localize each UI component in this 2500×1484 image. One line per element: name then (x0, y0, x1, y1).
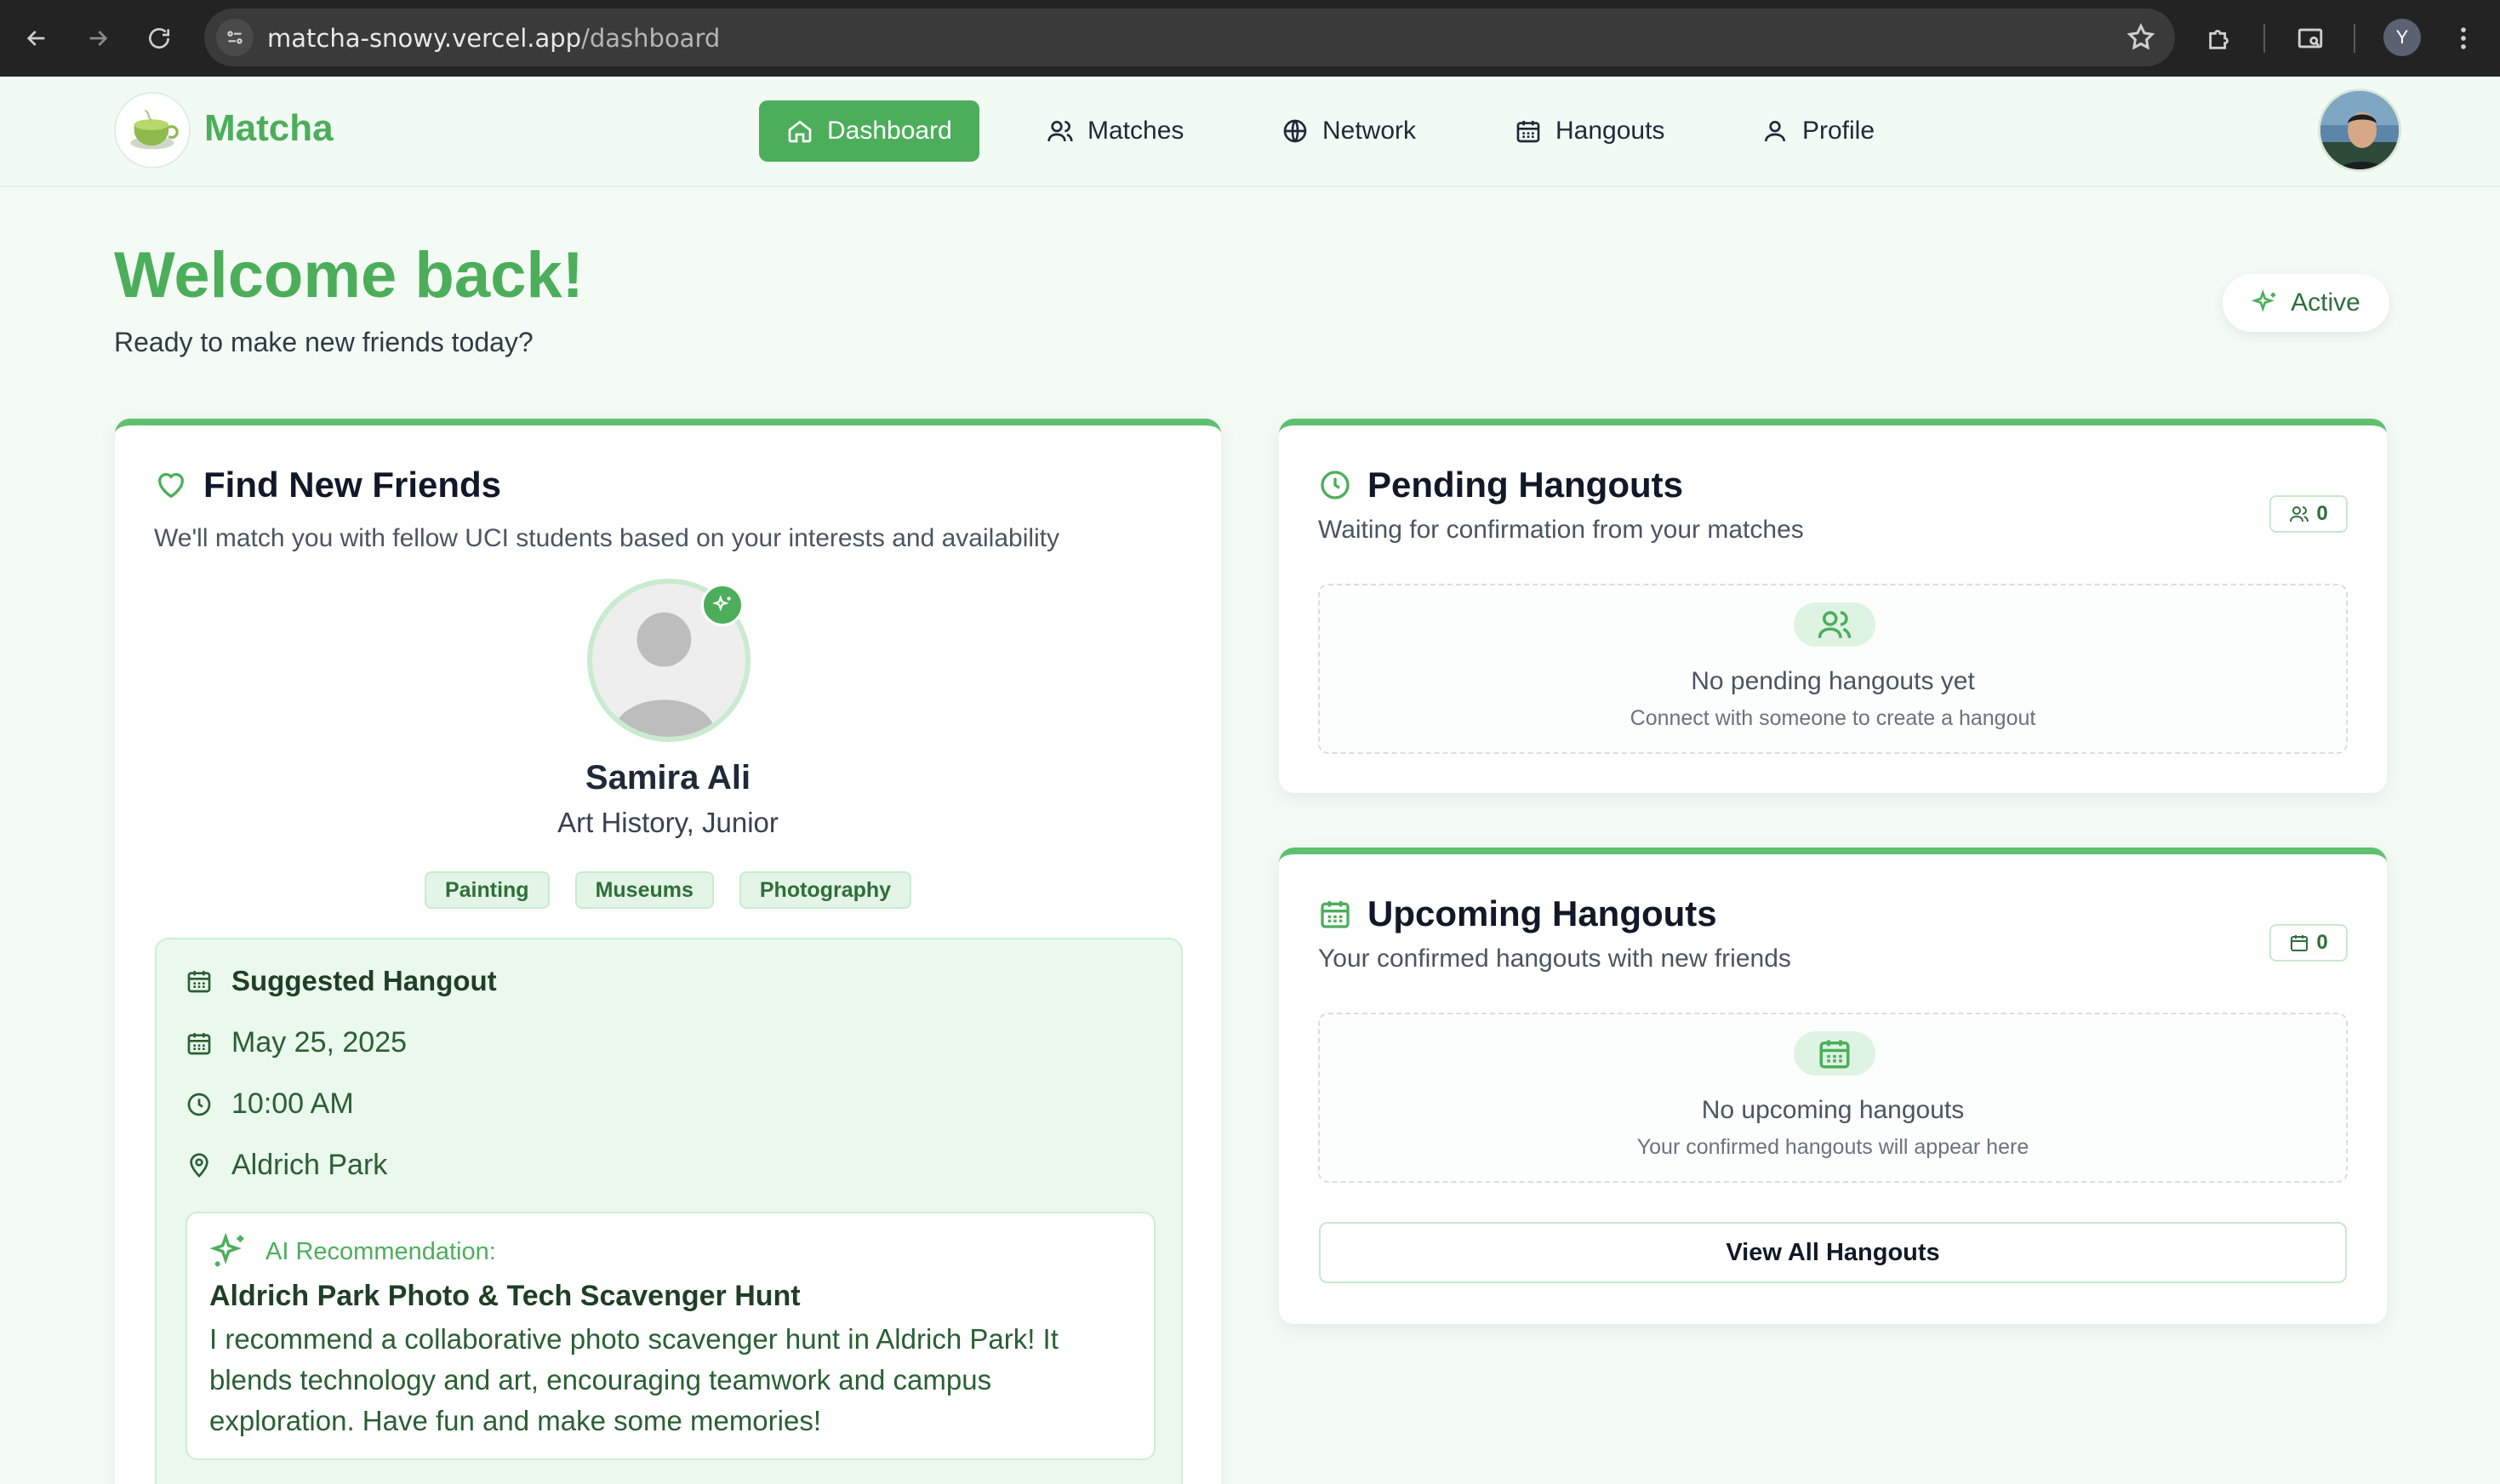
user-icon (1765, 121, 1785, 142)
interest-tag: Painting (424, 871, 550, 909)
hangout-date: May 25, 2025 (186, 1026, 407, 1059)
pending-hangouts-title: Pending Hangouts (1318, 465, 1683, 505)
upcoming-empty-state: No upcoming hangouts Your confirmed hang… (1318, 1013, 2348, 1183)
app-header: Matcha Dashboard Matches Network Hangout… (0, 77, 2500, 187)
hangout-location: Aldrich Park (186, 1149, 387, 1182)
nav-hangouts[interactable]: Hangouts (1487, 100, 1692, 162)
heart-icon (157, 472, 185, 499)
brand-name[interactable]: Matcha (204, 107, 334, 150)
pending-empty-state: No pending hangouts yet Connect with som… (1318, 584, 2348, 754)
reload-icon (149, 28, 169, 49)
status-badge: Active (2223, 274, 2389, 332)
find-friends-title: Find New Friends (154, 465, 501, 505)
welcome-subtitle: Ready to make new friends today? (114, 327, 534, 357)
clock-icon (187, 1093, 211, 1116)
matcha-cup-icon (130, 109, 179, 150)
map-pin-icon (190, 1152, 208, 1178)
calendar-icon-badge (1794, 1031, 1875, 1076)
match-major: Art History, Junior (557, 807, 779, 838)
forward-button[interactable] (75, 15, 121, 61)
nav-profile[interactable]: Profile (1734, 100, 1902, 162)
clock-icon (1321, 471, 1350, 499)
bookmark-star-icon[interactable] (2126, 22, 2156, 53)
pending-hangouts-subtitle: Waiting for confirmation from your match… (1318, 516, 1804, 544)
calendar-icon (187, 1032, 211, 1054)
browser-profile-button[interactable]: Y (2383, 19, 2421, 56)
upcoming-empty-subtitle: Your confirmed hangouts will appear here (1636, 1135, 2029, 1159)
ai-recommendation-label: AI Recommendation: (209, 1232, 496, 1271)
site-settings-icon[interactable] (216, 19, 254, 56)
reload-button[interactable] (136, 15, 182, 61)
match-sparkle-badge (701, 584, 744, 626)
calendar-icon (1321, 901, 1350, 928)
tab-search-button[interactable] (2289, 17, 2332, 60)
calendar-icon (2291, 935, 2309, 951)
upcoming-empty-title: No upcoming hangouts (1701, 1096, 1965, 1124)
view-all-hangouts-button[interactable]: View All Hangouts (1319, 1222, 2347, 1283)
pending-hangouts-card: Pending Hangouts Waiting for confirmatio… (1279, 419, 2387, 793)
home-icon (788, 120, 812, 143)
pending-empty-title: No pending hangouts yet (1691, 667, 1975, 695)
arrow-right-icon (89, 31, 108, 46)
ai-recommendation-description: I recommend a collaborative photo scaven… (209, 1323, 1059, 1436)
avatar-photo (2320, 91, 2399, 169)
extensions-button[interactable] (2199, 17, 2241, 60)
users-icon (2290, 506, 2309, 522)
more-vertical-icon (2461, 27, 2466, 49)
interest-tags: Painting Museums Photography (115, 871, 1221, 909)
browser-toolbar: matcha-snowy.vercel.app/dashboard Y (0, 0, 2500, 77)
arrow-left-icon (26, 31, 45, 46)
sparkles-icon (209, 1232, 244, 1267)
nav-network[interactable]: Network (1254, 100, 1443, 162)
sparkles-icon (712, 595, 731, 612)
suggested-hangout-heading: Suggested Hangout (186, 965, 497, 997)
ai-recommendation-title: Aldrich Park Photo & Tech Scavenger Hunt (209, 1280, 801, 1312)
user-avatar[interactable] (2318, 88, 2401, 172)
toolbar-divider (2263, 24, 2265, 53)
ai-recommendation-box: AI Recommendation: Aldrich Park Photo & … (186, 1212, 1156, 1460)
upcoming-count-badge: 0 (2269, 924, 2348, 962)
upcoming-hangouts-subtitle: Your confirmed hangouts with new friends (1318, 945, 1791, 973)
pending-count-badge: 0 (2269, 495, 2348, 533)
welcome-title: Welcome back! (114, 239, 584, 311)
toolbar-divider (2354, 24, 2355, 53)
matcha-logo[interactable] (114, 92, 191, 168)
calendar-icon (1516, 121, 1540, 143)
upcoming-hangouts-title: Upcoming Hangouts (1318, 893, 1717, 934)
interest-tag: Photography (739, 871, 912, 909)
users-icon (1818, 611, 1852, 638)
url-text: matcha-snowy.vercel.app/dashboard (267, 24, 721, 53)
users-icon (1047, 121, 1073, 142)
pending-empty-subtitle: Connect with someone to create a hangout (1630, 706, 2036, 730)
match-name: Samira Ali (585, 759, 751, 796)
puzzle-icon (2209, 30, 2229, 49)
tab-search-icon (2297, 28, 2323, 49)
find-friends-subtitle: We'll match you with fellow UCI students… (154, 524, 1060, 552)
sparkles-icon (2252, 289, 2276, 312)
suggested-hangout-panel: Suggested Hangout May 25, 2025 10:00 AM … (155, 938, 1183, 1484)
globe-icon (1283, 119, 1307, 143)
calendar-icon (187, 971, 211, 993)
browser-menu-button[interactable] (2442, 17, 2485, 60)
users-icon-badge (1794, 602, 1875, 647)
hangout-time: 10:00 AM (186, 1087, 354, 1121)
back-button[interactable] (14, 15, 60, 61)
calendar-icon (1819, 1040, 1850, 1069)
address-bar[interactable]: matcha-snowy.vercel.app/dashboard (204, 9, 2175, 66)
nav-dashboard[interactable]: Dashboard (759, 100, 979, 162)
nav-matches[interactable]: Matches (1019, 100, 1211, 162)
interest-tag: Museums (574, 871, 714, 909)
